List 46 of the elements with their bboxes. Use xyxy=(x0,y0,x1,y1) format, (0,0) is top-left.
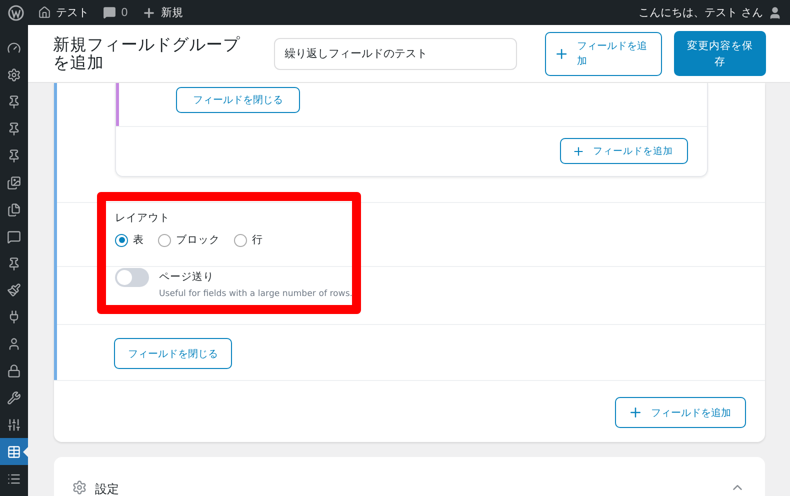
comment-icon[interactable] xyxy=(103,6,116,19)
table-icon xyxy=(7,444,21,459)
layout-radio[interactable]: 表 xyxy=(115,233,144,247)
site-name-link[interactable]: テスト xyxy=(56,5,89,20)
comment-count[interactable]: 0 xyxy=(121,6,128,19)
home-icon[interactable] xyxy=(38,6,51,19)
user-icon xyxy=(7,337,21,352)
dashboard-icon xyxy=(7,41,21,56)
comment-icon xyxy=(7,230,21,244)
layout-label: レイアウト xyxy=(115,211,171,225)
user-icon[interactable] xyxy=(768,6,782,20)
group-name-field[interactable]: 繰り返しフィールドのテスト xyxy=(274,38,518,70)
new-link[interactable]: 新規 xyxy=(161,5,183,20)
layout-radio[interactable]: ブロック xyxy=(158,233,220,247)
close-field-button[interactable]: フィールドを閉じる xyxy=(176,87,300,113)
layout-radio[interactable]: 行 xyxy=(234,233,263,247)
add-field-button[interactable]: フィールドを追加 xyxy=(545,32,662,76)
close-field-button[interactable]: フィールドを閉じる xyxy=(114,338,232,369)
add-field-button[interactable]: フィールドを追加 xyxy=(615,397,746,428)
plug-icon xyxy=(7,310,21,324)
save-button[interactable]: 変更内容を保存 xyxy=(674,31,766,76)
pin-icon xyxy=(7,122,21,136)
wordpress-logo-icon[interactable] xyxy=(8,4,24,20)
greeting-link[interactable]: こんにちは、テスト さん xyxy=(638,5,763,20)
pin-icon xyxy=(7,256,21,271)
plus-icon[interactable] xyxy=(142,6,156,20)
add-field-button[interactable]: フィールドを追加 xyxy=(560,138,688,164)
settings-title: 設定 xyxy=(95,482,120,496)
settings-icon xyxy=(72,480,87,495)
wrench-icon xyxy=(7,391,21,406)
pin-icon xyxy=(7,149,21,163)
plus-icon xyxy=(572,144,585,158)
brush-icon xyxy=(7,283,21,298)
gear-icon xyxy=(7,68,21,82)
pin-icon xyxy=(7,95,21,110)
pagination-help: Useful for fields with a large number of rows. xyxy=(159,289,353,299)
sliders-icon xyxy=(7,418,21,432)
pagination-toggle[interactable] xyxy=(115,268,149,287)
lock-icon xyxy=(7,364,21,378)
media-icon xyxy=(7,176,21,190)
plus-icon xyxy=(628,405,643,420)
page-title: 新規フィールドグループを追加 xyxy=(53,36,241,72)
list-icon xyxy=(7,472,21,486)
sidebar-item[interactable] xyxy=(0,438,28,466)
pages-icon xyxy=(7,202,21,217)
pagination-label: ページ送り xyxy=(159,270,215,284)
